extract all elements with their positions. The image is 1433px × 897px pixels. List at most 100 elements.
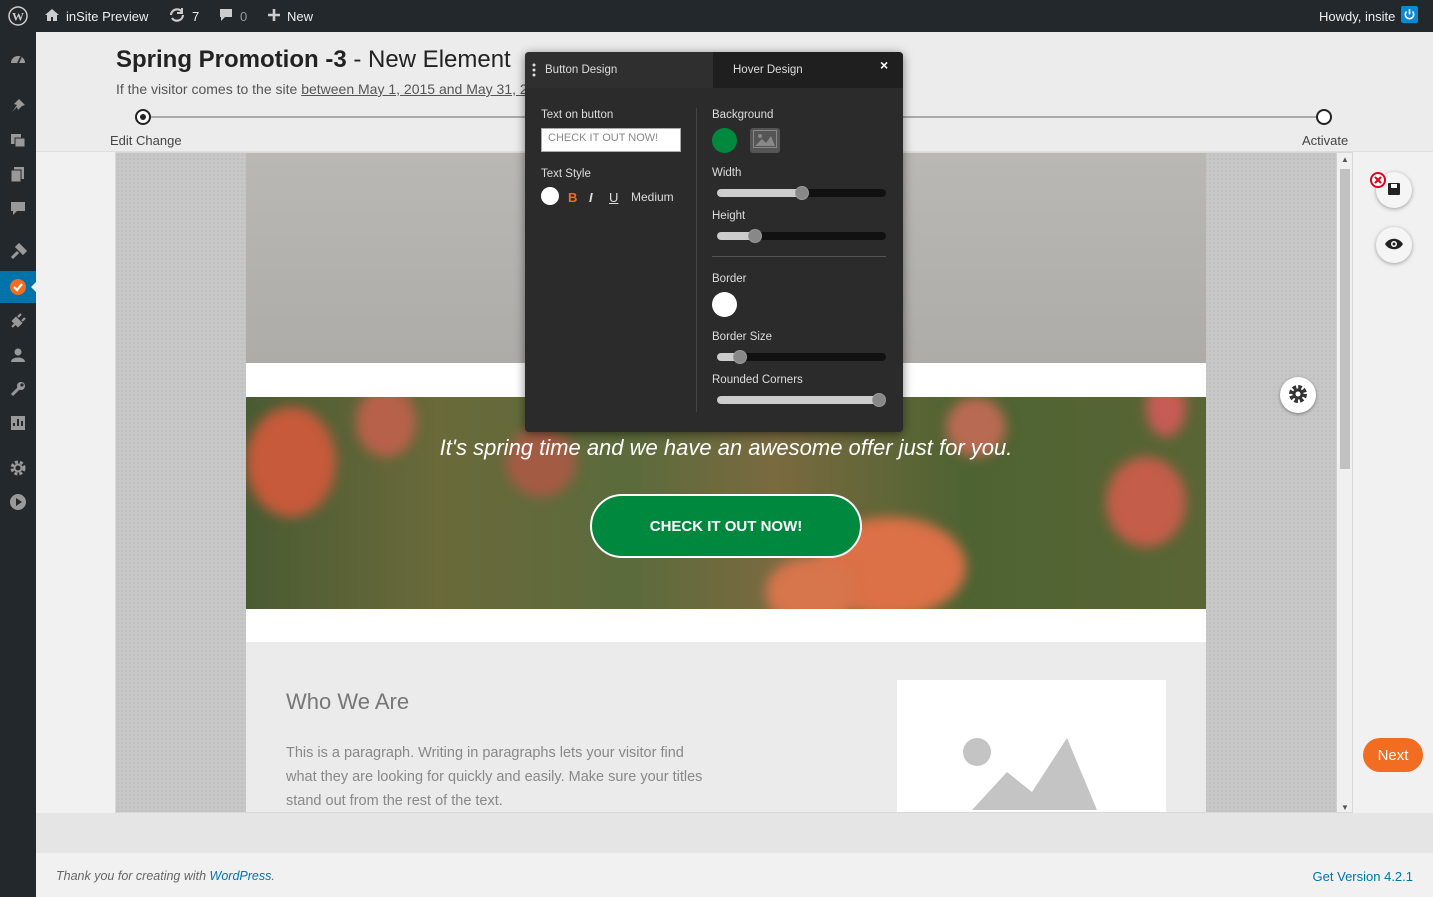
pin-icon[interactable] <box>0 90 36 122</box>
save-icon <box>1386 181 1402 200</box>
preview-button[interactable] <box>1376 227 1412 263</box>
background-label: Background <box>712 109 774 121</box>
footer-thanks-suffix: . <box>271 869 275 883</box>
about-section: Who We Are This is a paragraph. Writing … <box>246 642 1206 812</box>
tab-button-design[interactable]: Button Design <box>525 52 713 88</box>
comments-count: 0 <box>240 8 248 24</box>
scrollbar-thumb[interactable] <box>1340 169 1350 469</box>
image-icon <box>753 130 777 151</box>
background-image-button[interactable] <box>750 128 780 153</box>
width-label: Width <box>712 167 742 179</box>
width-slider[interactable] <box>717 186 886 200</box>
preview-scrollbar[interactable]: ▲ ▼ <box>1337 153 1352 812</box>
rounded-corners-label: Rounded Corners <box>712 374 803 386</box>
footer-thanks-prefix: Thank you for creating with <box>56 869 210 883</box>
pages-icon[interactable] <box>0 158 36 190</box>
border-color-swatch[interactable] <box>712 292 737 317</box>
power-icon[interactable] <box>1401 6 1419 26</box>
insite-stats-icon[interactable] <box>0 407 36 439</box>
play-icon[interactable] <box>0 486 36 518</box>
campaign-name: Spring Promotion -3 <box>116 46 347 73</box>
wordpress-link[interactable]: WordPress <box>210 869 272 883</box>
account-menu[interactable]: Howdy, insite <box>1319 0 1419 32</box>
unsaved-badge-icon <box>1370 172 1386 188</box>
rounded-corners-slider[interactable] <box>717 393 886 407</box>
new-content-link[interactable]: New <box>267 0 313 32</box>
button-text-input[interactable]: CHECK IT OUT NOW! <box>541 128 681 152</box>
dashboard-icon[interactable] <box>0 44 36 76</box>
width-slider-fill <box>717 189 802 197</box>
content-bottom-band <box>36 813 1433 853</box>
font-weight-select[interactable]: Medium <box>631 190 674 204</box>
drag-handle-icon[interactable] <box>532 63 536 80</box>
height-slider[interactable] <box>717 229 886 243</box>
scroll-up-icon[interactable]: ▲ <box>1341 155 1349 164</box>
updates-icon <box>168 7 186 26</box>
eye-icon <box>1384 237 1404 254</box>
updates-count: 7 <box>192 8 200 24</box>
italic-toggle[interactable]: I <box>589 190 593 205</box>
plugins-icon[interactable] <box>0 305 36 337</box>
site-name-link[interactable]: inSite Preview <box>44 0 148 32</box>
media-icon[interactable] <box>0 124 36 156</box>
admin-sidebar <box>0 32 36 897</box>
new-label: New <box>287 8 314 24</box>
promo-text: It's spring time and we have an awesome … <box>439 435 1013 460</box>
home-icon <box>44 8 60 25</box>
border-size-slider-knob[interactable] <box>733 350 747 364</box>
border-label: Border <box>712 273 747 285</box>
height-slider-knob[interactable] <box>748 229 762 243</box>
tab-hover-design[interactable]: Hover Design <box>713 52 903 88</box>
step-activate-label[interactable]: Activate <box>1302 133 1348 148</box>
border-size-slider[interactable] <box>717 350 886 364</box>
condition-prefix: If the visitor comes to the site <box>116 81 302 97</box>
text-on-button-label: Text on button <box>541 109 614 121</box>
width-slider-knob[interactable] <box>795 186 809 200</box>
border-size-label: Border Size <box>712 331 773 343</box>
panel-divider <box>696 108 697 412</box>
section-title: Who We Are <box>286 689 410 714</box>
rounded-corners-slider-fill <box>717 396 879 404</box>
next-button[interactable]: Next <box>1363 738 1423 772</box>
text-color-swatch[interactable] <box>541 187 559 205</box>
insite-icon[interactable] <box>0 271 36 303</box>
height-label: Height <box>712 210 746 222</box>
comment-icon <box>218 7 234 25</box>
comments-link[interactable]: 0 <box>218 0 247 32</box>
admin-bar: W inSite Preview 7 0 New Howdy, insite <box>0 0 1433 32</box>
rounded-corners-slider-knob[interactable] <box>872 393 886 407</box>
page-title: Spring Promotion -3 - New Element <box>116 46 511 74</box>
step-activate-dot[interactable] <box>1316 109 1332 125</box>
background-color-swatch[interactable] <box>712 128 737 153</box>
element-name: - New Element <box>346 46 511 73</box>
step-edit-change-label[interactable]: Edit Change <box>110 133 182 148</box>
close-icon[interactable]: × <box>880 57 888 73</box>
section-text: This is a paragraph. Writing in paragrap… <box>286 745 703 809</box>
comments-icon[interactable] <box>0 192 36 224</box>
section-divider <box>712 256 886 257</box>
underline-toggle[interactable]: U <box>609 190 618 205</box>
site-name-label: inSite Preview <box>66 8 149 24</box>
cta-button[interactable]: CHECK IT OUT NOW! <box>590 494 862 558</box>
bold-toggle[interactable]: B <box>568 190 577 205</box>
button-design-panel: Button Design Hover Design × Text on but… <box>525 52 903 432</box>
users-icon[interactable] <box>0 339 36 371</box>
footer-thanks: Thank you for creating with WordPress. <box>56 869 275 883</box>
wordpress-logo-icon[interactable]: W <box>8 0 28 32</box>
scroll-down-icon[interactable]: ▼ <box>1341 803 1349 812</box>
svg-text:W: W <box>12 10 24 24</box>
settings-icon[interactable] <box>0 452 36 484</box>
updates-link[interactable]: 7 <box>168 0 199 32</box>
text-style-label: Text Style <box>541 168 591 180</box>
admin-footer: Thank you for creating with WordPress. G… <box>36 853 1433 897</box>
condition-text: If the visitor comes to the site between… <box>116 81 528 97</box>
appearance-icon[interactable] <box>0 236 36 268</box>
step-edit-change-dot[interactable] <box>135 109 151 125</box>
plus-icon <box>267 8 281 25</box>
get-version-link[interactable]: Get Version 4.2.1 <box>1313 869 1413 884</box>
element-settings-button[interactable] <box>1280 377 1316 413</box>
condition-link[interactable]: between May 1, 2015 and May 31, 2 <box>301 81 527 97</box>
tools-icon[interactable] <box>0 373 36 405</box>
tab-button-design-label: Button Design <box>545 64 618 76</box>
greeting-label: Howdy, insite <box>1319 8 1396 24</box>
